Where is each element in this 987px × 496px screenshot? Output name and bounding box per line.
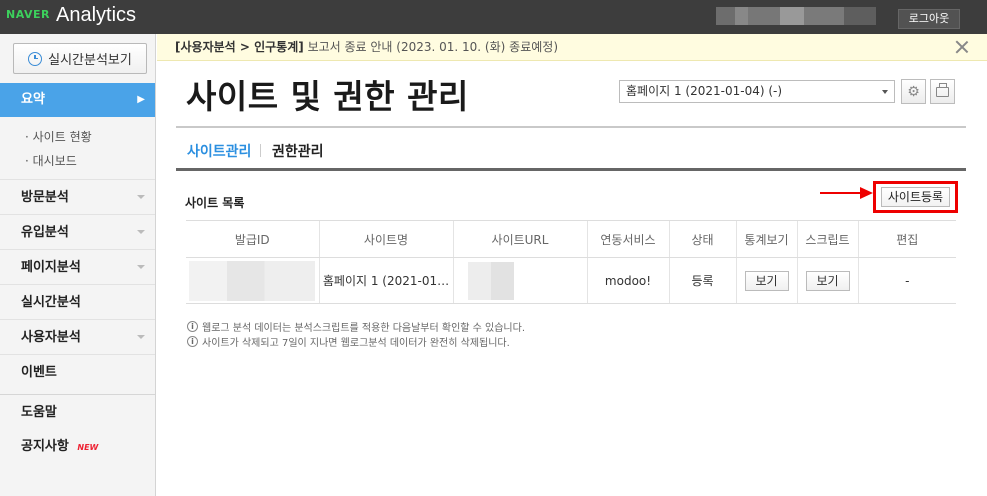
cell-site-name[interactable]: 홈페이지 1 (2021-01… <box>318 257 453 304</box>
chevron-down-icon <box>882 90 888 94</box>
sidebar-item-help[interactable]: 도움말 <box>0 394 155 429</box>
info-icon: i <box>187 336 198 347</box>
sidebar-subitem-dashboard[interactable]: · 대시보드 <box>0 152 155 169</box>
column-header: 통계보기 <box>735 220 797 258</box>
sidebar: 실시간분석보기 요약 ▶ · 사이트 현황 · 대시보드 방문분석 유입분석 페… <box>0 34 156 496</box>
product-name: Analytics <box>55 4 137 26</box>
logout-button[interactable]: 로그아웃 <box>898 9 960 29</box>
redacted-url <box>468 261 514 300</box>
cell-script: 보기 <box>796 257 858 304</box>
sidebar-item-label: 공지사항 <box>21 439 69 454</box>
redacted-id <box>189 260 316 301</box>
notice-text: 보고서 종료 안내 (2023. 01. 10. (화) 종료예정) <box>303 40 558 54</box>
sidebar-item-visit[interactable]: 방문분석 <box>0 179 155 214</box>
print-button[interactable] <box>930 79 955 104</box>
column-header: 발급ID <box>186 220 319 258</box>
cell-edit: - <box>857 257 956 304</box>
print-icon <box>936 82 949 97</box>
naver-logo: NAVER <box>6 8 50 21</box>
chevron-down-icon <box>137 335 145 339</box>
user-info-redacted <box>716 7 876 25</box>
realtime-button-label: 실시간분석보기 <box>48 53 132 68</box>
column-header: 사이트명 <box>318 220 453 258</box>
chevron-down-icon <box>137 265 145 269</box>
site-select-value: 홈페이지 1 (2021-01-04) (-) <box>626 84 783 98</box>
section-title: 사이트 목록 <box>185 196 245 210</box>
sidebar-item-user[interactable]: 사용자분석 <box>0 319 155 354</box>
sidebar-item-realtime[interactable]: 실시간분석 <box>0 284 155 319</box>
sidebar-item-label: 요약 <box>21 92 45 107</box>
view-stats-button[interactable]: 보기 <box>744 270 789 291</box>
site-select[interactable]: 홈페이지 1 (2021-01-04) (-) <box>619 80 895 103</box>
arrow-icon <box>820 187 873 199</box>
info-text: 웹로그 분석 데이터는 분석스크립트를 적용한 다음날부터 확인할 수 있습니다… <box>202 323 526 334</box>
realtime-analysis-button[interactable]: 실시간분석보기 <box>13 43 147 74</box>
brand-logo[interactable]: NAVER Analytics <box>6 4 136 27</box>
sidebar-item-page[interactable]: 페이지분석 <box>0 249 155 284</box>
column-header: 스크립트 <box>796 220 858 258</box>
chevron-down-icon <box>137 195 145 199</box>
info-text: 사이트가 삭제되고 7일이 지나면 웹로그분석 데이터가 완전히 삭제됩니다. <box>202 338 510 349</box>
site-table: 발급ID 사이트명 사이트URL 연동서비스 상태 통계보기 스크립트 편집 홈… <box>186 220 956 304</box>
sidebar-item-label: 페이지분석 <box>21 260 81 275</box>
sidebar-item-label: 도움말 <box>21 405 57 420</box>
cell-issue-id <box>186 257 319 304</box>
sidebar-subitem-site-status[interactable]: · 사이트 현황 <box>0 128 155 145</box>
sidebar-item-label: 방문분석 <box>21 190 69 205</box>
view-script-button[interactable]: 보기 <box>805 270 850 291</box>
tab-permission-management[interactable]: 권한관리 <box>272 141 324 161</box>
register-site-button[interactable]: 사이트등록 <box>881 187 950 207</box>
notice-banner: [사용자분석 > 인구통계] 보고서 종료 안내 (2023. 01. 10. … <box>157 34 987 61</box>
sidebar-item-label: 유입분석 <box>21 225 69 240</box>
chevron-right-icon: ▶ <box>137 94 145 105</box>
sidebar-item-summary[interactable]: 요약 ▶ <box>0 83 155 117</box>
clock-icon <box>28 51 43 66</box>
top-bar: NAVER Analytics 로그아웃 <box>0 0 987 34</box>
tab-separator <box>260 144 261 157</box>
settings-button[interactable]: ⚙ <box>901 79 926 104</box>
tab-site-management[interactable]: 사이트관리 <box>187 141 251 161</box>
cell-service: modoo! <box>586 257 669 304</box>
sidebar-item-label: 실시간분석 <box>21 295 81 310</box>
info-line: i 사이트가 삭제되고 7일이 지나면 웹로그분석 데이터가 완전히 삭제됩니다… <box>187 334 510 349</box>
chevron-down-icon <box>137 230 145 234</box>
table-header-row: 발급ID 사이트명 사이트URL 연동서비스 상태 통계보기 스크립트 편집 <box>186 220 956 258</box>
cell-status: 등록 <box>668 257 736 304</box>
register-site-highlight: 사이트등록 <box>873 181 958 213</box>
page-title: 사이트 및 권한 관리 <box>186 77 469 116</box>
notice-category[interactable]: [사용자분석 > 인구통계] <box>175 40 304 54</box>
sidebar-item-notice[interactable]: 공지사항 NEW <box>0 429 155 464</box>
sidebar-item-event[interactable]: 이벤트 <box>0 354 155 389</box>
sidebar-item-label: 이벤트 <box>21 365 57 380</box>
divider <box>176 126 966 128</box>
table-row: 홈페이지 1 (2021-01… modoo! 등록 보기 보기 - <box>186 257 956 304</box>
column-header: 연동서비스 <box>586 220 669 258</box>
new-badge: NEW <box>77 443 99 452</box>
column-header: 사이트URL <box>452 220 587 258</box>
close-icon[interactable] <box>955 40 969 54</box>
sidebar-item-inflow[interactable]: 유입분석 <box>0 214 155 249</box>
column-header: 편집 <box>857 220 956 258</box>
cell-stats: 보기 <box>735 257 797 304</box>
cell-site-url <box>452 257 587 304</box>
info-icon: i <box>187 321 198 332</box>
tab-underline <box>176 168 966 171</box>
info-line: i 웹로그 분석 데이터는 분석스크립트를 적용한 다음날부터 확인할 수 있습… <box>187 319 525 334</box>
sidebar-item-label: 사용자분석 <box>21 330 81 345</box>
column-header: 상태 <box>668 220 736 258</box>
gear-icon: ⚙ <box>907 83 920 100</box>
